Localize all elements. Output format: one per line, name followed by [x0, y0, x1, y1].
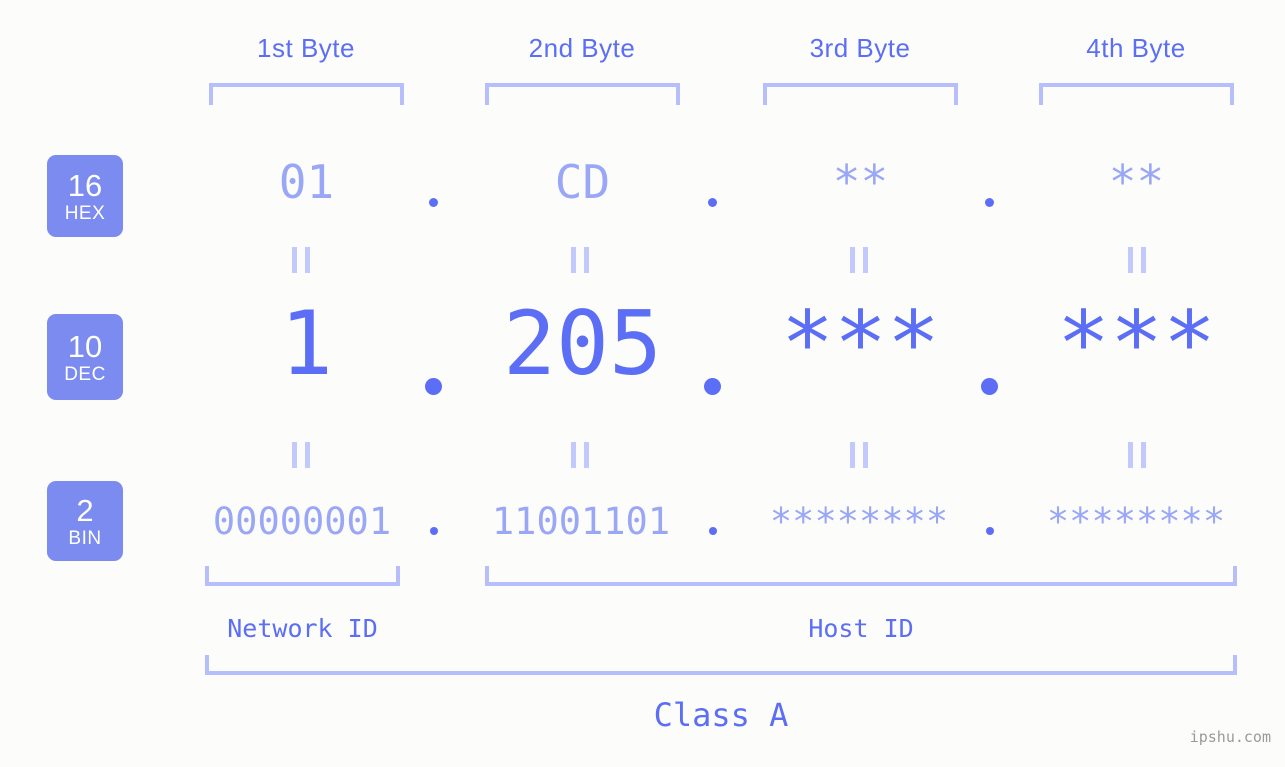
- dec-byte-3: ***: [781, 292, 940, 395]
- dec-byte-4: ***: [1057, 292, 1216, 395]
- byte-bracket-top-3: [763, 83, 958, 105]
- ip-address-breakdown-diagram: 1st Byte 2nd Byte 3rd Byte 4th Byte 16 H…: [0, 0, 1285, 767]
- hex-separator-dot-3: [985, 198, 994, 207]
- dec-byte-1: 1: [280, 292, 333, 395]
- host-id-bracket: [485, 566, 1237, 586]
- base-badge-dec-name: DEC: [64, 363, 106, 385]
- class-bracket: [205, 655, 1237, 675]
- base-badge-bin-name: BIN: [68, 527, 102, 549]
- byte-header-4: 4th Byte: [1086, 33, 1186, 63]
- hex-byte-2: CD: [554, 155, 611, 209]
- hex-byte-3: **: [832, 155, 889, 209]
- bin-separator-dot-2: [709, 527, 717, 535]
- hex-separator-dot-1: [429, 198, 438, 207]
- base-badge-bin: 2 BIN: [47, 481, 123, 561]
- dec-separator-dot-3: [981, 378, 998, 395]
- equals-mark-dec-bin-1: [292, 442, 310, 468]
- hex-byte-1: 01: [278, 155, 335, 209]
- bin-byte-2: 11001101: [491, 500, 671, 543]
- equals-mark-dec-bin-3: [850, 442, 868, 468]
- class-label: Class A: [653, 696, 789, 734]
- byte-header-3: 3rd Byte: [809, 33, 911, 63]
- hex-separator-dot-2: [708, 198, 717, 207]
- equals-mark-hex-dec-3: [850, 247, 868, 273]
- byte-bracket-top-1: [209, 83, 404, 105]
- base-badge-hex: 16 HEX: [47, 155, 123, 237]
- base-badge-dec: 10 DEC: [47, 314, 123, 400]
- equals-mark-hex-dec-1: [292, 247, 310, 273]
- equals-mark-hex-dec-2: [571, 247, 589, 273]
- host-id-label: Host ID: [808, 614, 914, 643]
- bin-separator-dot-1: [430, 527, 438, 535]
- equals-mark-dec-bin-4: [1128, 442, 1146, 468]
- bin-separator-dot-3: [986, 527, 994, 535]
- watermark: ipshu.com: [1189, 728, 1271, 746]
- dec-separator-dot-1: [425, 378, 442, 395]
- byte-bracket-top-4: [1039, 83, 1234, 105]
- byte-header-1: 1st Byte: [257, 33, 355, 63]
- base-badge-dec-number: 10: [67, 328, 103, 364]
- byte-header-2: 2nd Byte: [528, 33, 636, 63]
- equals-mark-dec-bin-2: [571, 442, 589, 468]
- base-badge-hex-number: 16: [67, 167, 103, 203]
- network-id-bracket: [205, 566, 400, 586]
- bin-byte-3: ********: [769, 500, 949, 543]
- byte-bracket-top-2: [485, 83, 680, 105]
- equals-mark-hex-dec-4: [1128, 247, 1146, 273]
- bin-byte-4: ********: [1046, 500, 1226, 543]
- base-badge-bin-number: 2: [76, 492, 94, 528]
- bin-byte-1: 00000001: [212, 500, 392, 543]
- dec-separator-dot-2: [704, 378, 721, 395]
- dec-byte-2: 205: [503, 292, 662, 395]
- network-id-label: Network ID: [227, 614, 378, 643]
- base-badge-hex-name: HEX: [64, 202, 106, 224]
- hex-byte-4: **: [1108, 155, 1165, 209]
